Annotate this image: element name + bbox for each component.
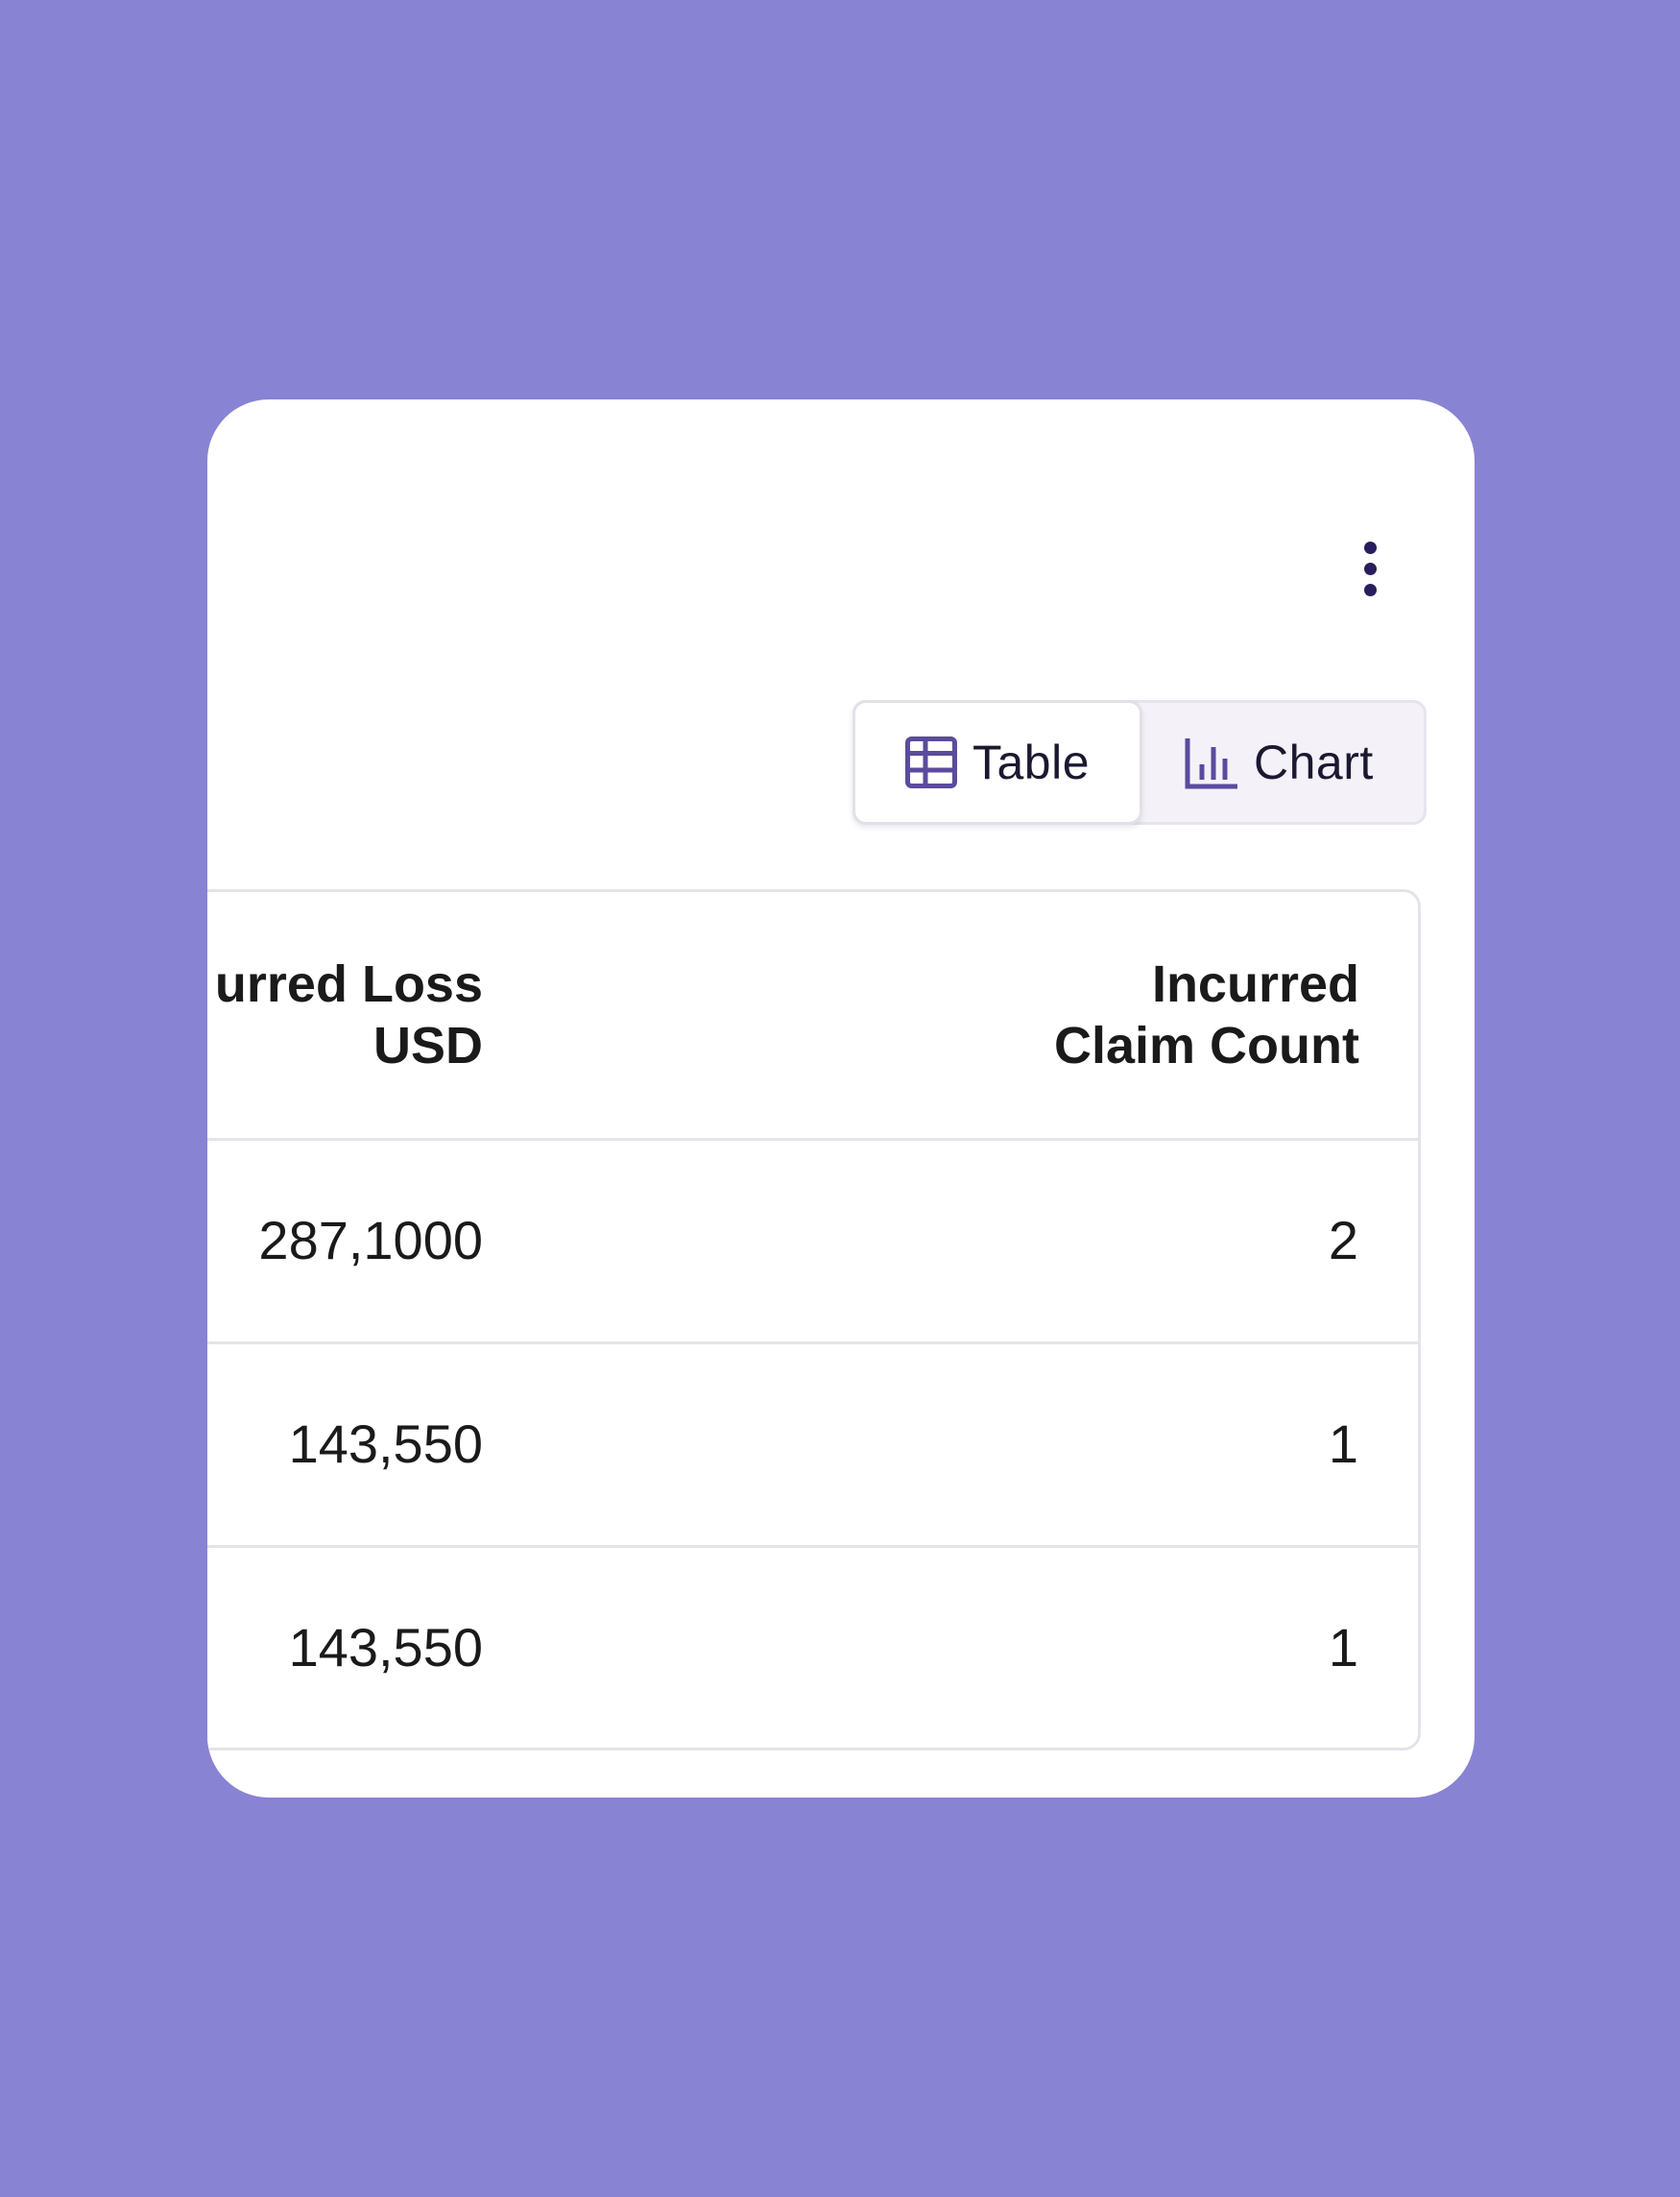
column-header-incurred-claim-count[interactable]: Incurred Claim Count: [1054, 954, 1359, 1076]
table-card: Table Chart urred Loss USD Incurred Clai…: [207, 399, 1475, 1798]
chart-view-button[interactable]: Chart: [1142, 700, 1427, 825]
table-header-row: urred Loss USD Incurred Claim Count: [207, 892, 1418, 1141]
kebab-dot: [1364, 542, 1377, 554]
column-header-line: urred Loss: [214, 955, 483, 1013]
table-view-label: Table: [972, 736, 1091, 789]
table-grid-icon: [905, 736, 957, 788]
table-view-button[interactable]: Table: [852, 700, 1142, 825]
column-header-line: Incurred: [1151, 955, 1359, 1013]
column-header-incurred-loss-usd[interactable]: urred Loss USD: [215, 954, 483, 1076]
column-header-line: Claim Count: [1054, 1017, 1359, 1074]
data-table: urred Loss USD Incurred Claim Count 287,…: [207, 889, 1421, 1750]
incurred-loss-cell: 143,550: [288, 1617, 483, 1678]
claim-count-cell: 2: [1328, 1210, 1358, 1270]
incurred-loss-cell: 287,1000: [258, 1210, 483, 1270]
bar-chart-icon: [1185, 738, 1237, 789]
incurred-loss-cell: 143,550: [288, 1413, 483, 1474]
claim-count-cell: 1: [1328, 1617, 1358, 1678]
table-row[interactable]: 287,1000 2: [207, 1141, 1418, 1344]
kebab-dot: [1364, 563, 1377, 575]
more-options-icon[interactable]: [1346, 536, 1394, 603]
table-row[interactable]: 143,550 1: [207, 1344, 1418, 1548]
kebab-dot: [1364, 584, 1377, 596]
table-row[interactable]: 143,550 1: [207, 1548, 1418, 1750]
column-header-line: USD: [372, 1017, 483, 1074]
chart-view-label: Chart: [1254, 736, 1374, 789]
view-toggle: Table Chart: [852, 700, 1427, 825]
claim-count-cell: 1: [1328, 1413, 1358, 1474]
